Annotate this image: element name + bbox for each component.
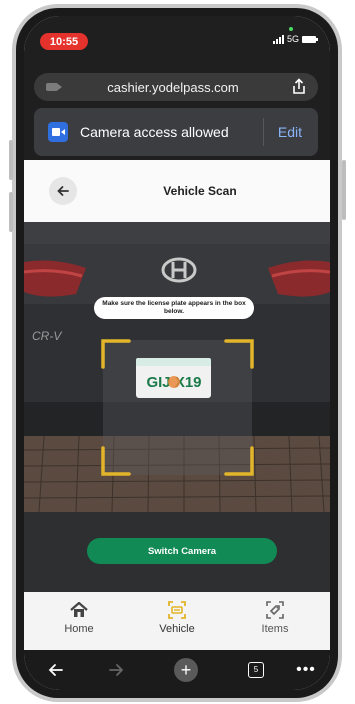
more-icon[interactable]: ••• [296,661,316,679]
camera-permission-icon [48,122,68,142]
permission-toast: Camera access allowed Edit [34,108,318,156]
divider [262,118,264,146]
camera-indicator-icon[interactable] [46,83,62,91]
switch-camera-button[interactable]: Switch Camera [87,538,277,564]
tag-scan-icon [266,601,284,619]
permission-edit-button[interactable]: Edit [278,124,302,140]
screen: 10:55 5G cashier.yodelpass.com Camera ac… [24,16,330,690]
share-icon[interactable] [288,76,310,98]
page-title: Vehicle Scan [163,184,237,198]
app-header: Vehicle Scan [24,160,330,222]
tab-count[interactable]: 5 [248,662,264,678]
camera-viewfinder: CR-V GIJ X19 Make sure the license plate… [24,222,330,592]
address-bar[interactable]: cashier.yodelpass.com [34,73,318,101]
status-bar: 10:55 5G [24,16,330,68]
tab-label: Items [261,623,289,635]
browser-chrome: cashier.yodelpass.com Camera access allo… [24,68,330,160]
home-icon [70,601,88,617]
permission-text: Camera access allowed [80,124,229,140]
network-label: 5G [286,34,299,44]
tab-vehicle[interactable]: Vehicle [137,600,217,635]
app-tab-bar: Home Vehicle Items [24,592,330,650]
status-indicators: 5G [272,34,318,44]
arrow-left-icon[interactable] [47,661,65,679]
phone: 10:55 5G cashier.yodelpass.com Camera ac… [16,8,338,698]
url-text[interactable]: cashier.yodelpass.com [58,80,288,95]
tab-home[interactable]: Home [39,600,119,635]
browser-bottom-nav: + 5 ••• [24,650,330,690]
scan-instruction: Make sure the license plate appears in t… [94,297,254,319]
side-button [342,160,346,220]
arrow-right-icon[interactable] [107,661,125,679]
tab-label: Vehicle [159,623,195,635]
camera-feed: CR-V GIJ X19 [24,222,330,592]
nav-new-tab-button[interactable]: + [164,650,208,690]
badge-text: CR-V [32,329,62,343]
plus-icon[interactable]: + [174,658,198,682]
nav-tabs-button[interactable]: 5 [234,650,278,690]
battery-icon [302,35,318,43]
nav-menu-button[interactable]: ••• [288,650,324,690]
privacy-indicator [289,27,293,31]
tab-label: Home [64,623,94,635]
side-button [9,192,13,232]
side-button [9,140,13,180]
signal-icon [272,34,284,44]
scan-icon [168,601,186,619]
nav-forward-button[interactable] [94,650,138,690]
nav-back-button[interactable] [34,650,78,690]
status-time: 10:55 [40,33,88,50]
tab-items[interactable]: Items [235,600,315,635]
